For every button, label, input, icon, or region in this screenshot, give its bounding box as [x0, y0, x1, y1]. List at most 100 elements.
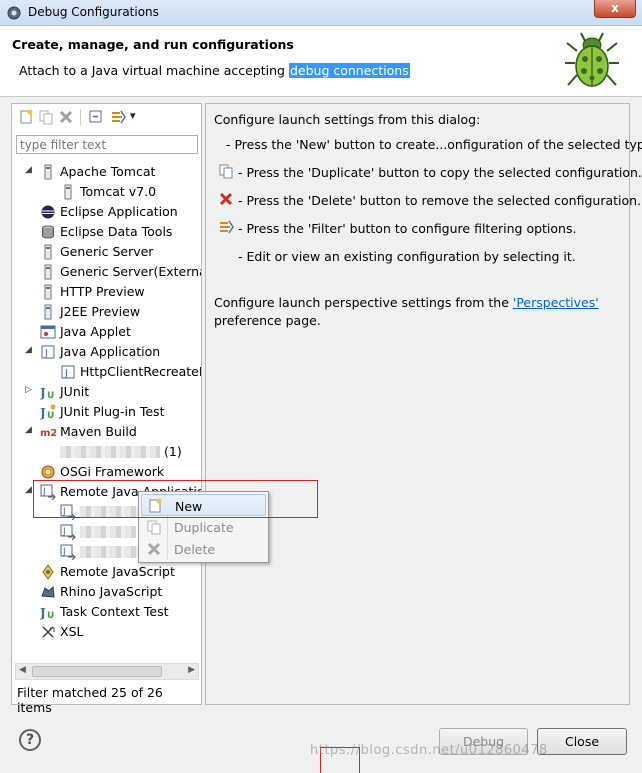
dialog-header: Create, manage, and run configurations A…: [0, 26, 642, 97]
expanded-arrow-icon[interactable]: ◢: [25, 425, 35, 437]
perspective-suffix: preference page.: [214, 313, 321, 328]
filter-icon[interactable]: [110, 109, 126, 125]
tree-item-label: Rhino JavaScript: [60, 584, 163, 599]
tree-horizontal-scrollbar[interactable]: ◀ ▶: [15, 663, 199, 680]
tree-item-junit[interactable]: ▷ JU JUnit: [12, 382, 201, 402]
filter-instruction: - Press the 'Filter' button to configure…: [238, 221, 577, 236]
perspective-prefix: Configure launch perspective settings fr…: [214, 295, 513, 310]
junit-plugin-icon: JU: [40, 404, 56, 420]
applet-icon: [40, 325, 56, 339]
tree-item-osgi-framework[interactable]: OSGi Framework: [12, 462, 201, 482]
svg-text:U: U: [47, 391, 54, 400]
duplicate-icon: [147, 520, 161, 535]
tree-item-label: JUnit: [60, 384, 90, 399]
tree-item-label: HTTP Preview: [60, 284, 145, 299]
svg-text:U: U: [47, 611, 54, 620]
menu-item-label: Duplicate: [174, 520, 234, 535]
tree-item-task-context-test[interactable]: JU Task Context Test: [12, 602, 201, 622]
scrollbar-thumb[interactable]: [32, 666, 162, 677]
tree-item-label: J2EE Preview: [60, 304, 141, 319]
tree-item-eclipse-application[interactable]: Eclipse Application: [12, 202, 201, 222]
tree-item-label: (1): [164, 444, 182, 459]
window-close-button[interactable]: x: [594, 0, 636, 18]
menu-item-label: Delete: [174, 542, 216, 557]
tree-item-apache-tomcat[interactable]: ◢ Apache Tomcat: [12, 162, 201, 182]
svg-text:J: J: [40, 606, 46, 620]
tree-item-label: JUnit Plug-in Test: [60, 404, 165, 419]
tree-item-xsl[interactable]: XSL: [12, 622, 201, 642]
tree-item-generic-server-external[interactable]: Generic Server(External: [12, 262, 201, 282]
redacted-config-name: [80, 546, 140, 558]
duplicate-icon[interactable]: [38, 109, 54, 125]
delete-icon: [147, 542, 161, 556]
svg-text:m2: m2: [40, 428, 56, 439]
filter-field[interactable]: [16, 135, 198, 154]
svg-text:U: U: [47, 411, 54, 420]
watermark-text: https://blog.csdn.net/u012860478: [310, 743, 548, 758]
redacted-config-name: [60, 446, 160, 458]
view-menu-dropdown-icon[interactable]: ▾: [130, 109, 146, 125]
menu-item-delete[interactable]: Delete: [141, 538, 266, 560]
expanded-arrow-icon[interactable]: ◢: [25, 165, 35, 177]
collapse-all-icon[interactable]: [88, 109, 104, 125]
svg-text:J: J: [64, 368, 68, 379]
launch-config-tree: ◢ Apache Tomcat Tomcat v7.0 Eclipse Appl…: [12, 159, 201, 659]
tree-item-label: XSL: [60, 624, 84, 639]
tomcat-icon: [44, 164, 52, 180]
tree-item-j2ee-preview[interactable]: J2EE Preview: [12, 302, 201, 322]
tree-item-label: Eclipse Application: [60, 204, 178, 219]
scroll-left-icon[interactable]: ◀: [19, 665, 26, 675]
svg-text:J: J: [40, 406, 46, 420]
svg-text:J: J: [44, 348, 48, 359]
tree-item-http-preview[interactable]: HTTP Preview: [12, 282, 201, 302]
tree-item-label: OSGi Framework: [60, 464, 165, 479]
expanded-arrow-icon[interactable]: ◢: [25, 345, 35, 357]
launch-toolbar: ▾: [16, 107, 200, 127]
delete-icon: [219, 192, 233, 206]
java-app-icon: J: [41, 345, 55, 359]
close-button[interactable]: Close: [537, 728, 627, 755]
tree-item-label: Tomcat v7.0: [80, 184, 157, 199]
launch-settings-panel: Configure launch settings from this dial…: [205, 103, 642, 705]
scroll-right-icon[interactable]: ▶: [188, 665, 195, 675]
tree-item-eclipse-data-tools[interactable]: Eclipse Data Tools: [12, 222, 201, 242]
tree-item-label: Maven Build: [60, 424, 137, 439]
tree-item-remote-javascript[interactable]: Remote JavaScript: [12, 562, 201, 582]
edit-instruction: - Edit or view an existing configuration…: [238, 249, 576, 264]
redacted-config-name: [80, 526, 136, 538]
remote-js-icon: [42, 564, 54, 580]
title-bar: Debug Configurations x: [0, 0, 642, 26]
tree-item-junit-plugin-test[interactable]: JU JUnit Plug-in Test: [12, 402, 201, 422]
tree-item-java-applet[interactable]: Java Applet: [12, 322, 201, 342]
tree-item-tomcat-v7[interactable]: Tomcat v7.0: [12, 182, 201, 202]
server-icon: [44, 264, 52, 280]
tree-item-maven-config[interactable]: (1): [12, 442, 201, 462]
osgi-icon: [41, 465, 55, 479]
new-launch-config-icon[interactable]: [18, 109, 34, 125]
dialog-message-selected-text[interactable]: debug connections: [288, 63, 410, 78]
server-icon: [44, 304, 52, 320]
menu-item-duplicate[interactable]: Duplicate: [141, 516, 266, 538]
remote-java-config-icon: J: [60, 544, 76, 560]
debug-app-icon: [7, 6, 21, 20]
delete-icon[interactable]: [58, 109, 74, 125]
remote-java-config-icon: J: [60, 524, 76, 540]
window-title: Debug Configurations: [28, 5, 159, 19]
java-app-icon: J: [61, 365, 75, 379]
debug-bug-icon: [565, 32, 619, 87]
delete-instruction: - Press the 'Delete' button to remove th…: [238, 193, 642, 208]
tree-item-rhino-javascript[interactable]: Rhino JavaScript: [12, 582, 201, 602]
tree-item-maven-build[interactable]: ◢ m2 Maven Build: [12, 422, 201, 442]
junit-icon: JU: [40, 386, 54, 400]
filter-input[interactable]: [17, 136, 197, 153]
perspectives-link[interactable]: 'Perspectives': [513, 295, 599, 310]
intro-text: Configure launch settings from this dial…: [214, 112, 481, 127]
tree-item-java-application[interactable]: ◢ J Java Application: [12, 342, 201, 362]
eclipse-icon: [41, 205, 55, 219]
perspective-text: Configure launch perspective settings fr…: [214, 295, 599, 310]
tree-item-httpclient-recreate[interactable]: J HttpClientRecreateEx: [12, 362, 201, 382]
server-icon: [44, 284, 52, 300]
help-icon[interactable]: ?: [19, 729, 41, 751]
tree-item-generic-server[interactable]: Generic Server: [12, 242, 201, 262]
collapsed-arrow-icon[interactable]: ▷: [25, 385, 35, 397]
